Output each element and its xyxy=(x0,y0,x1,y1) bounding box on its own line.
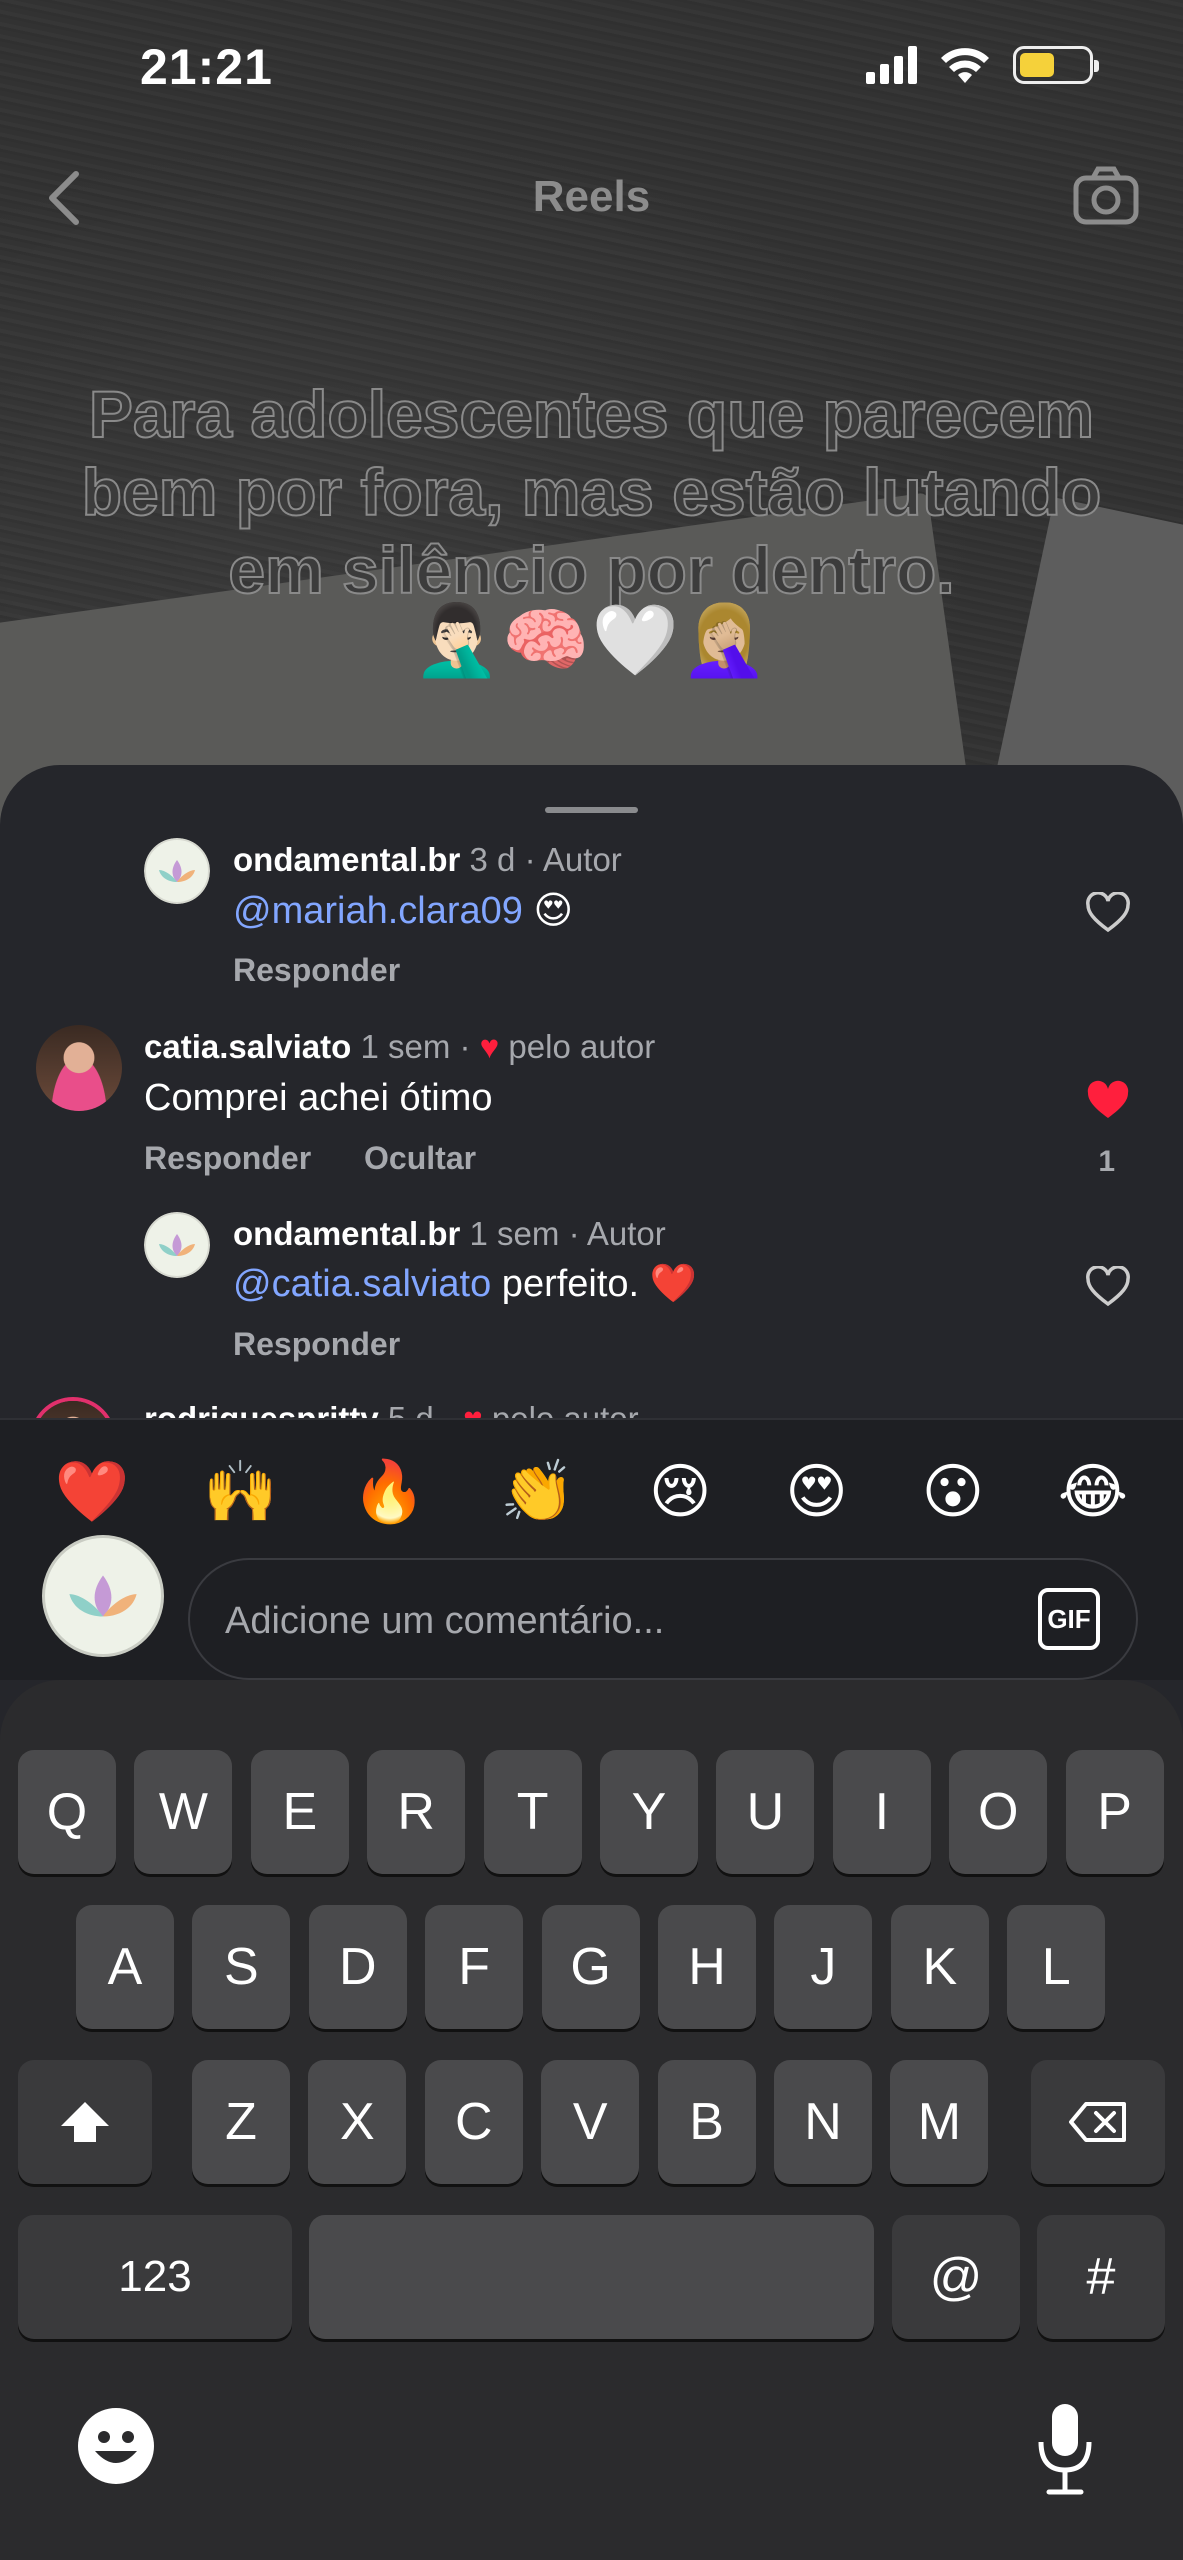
comment-text: Comprei achei ótimo xyxy=(144,1077,493,1119)
emoji-keyboard-icon[interactable] xyxy=(75,2405,157,2487)
key-l[interactable]: L xyxy=(1007,1905,1106,2029)
comment-meta: 3 d · Autor xyxy=(469,841,622,878)
key-v[interactable]: V xyxy=(541,2060,640,2184)
hash-key[interactable]: # xyxy=(1037,2215,1165,2339)
reaction-heart[interactable]: ❤️ xyxy=(55,1456,130,1527)
avatar[interactable] xyxy=(36,1025,122,1111)
space-key[interactable] xyxy=(309,2215,874,2339)
key-d[interactable]: D xyxy=(308,1905,407,2029)
key-m[interactable]: M xyxy=(890,2060,989,2184)
key-y[interactable]: Y xyxy=(600,1750,698,1874)
key-a[interactable]: A xyxy=(76,1905,174,2029)
reaction-surprised[interactable]: 😮 xyxy=(922,1457,985,1527)
mention-link[interactable]: @catia.salviato xyxy=(233,1263,491,1305)
avatar[interactable] xyxy=(144,1212,210,1278)
backspace-icon xyxy=(1069,2102,1126,2142)
reply-button[interactable]: Responder xyxy=(233,1326,400,1362)
key-r[interactable]: R xyxy=(367,1750,466,1874)
key-i[interactable]: I xyxy=(832,1750,931,1874)
key-q[interactable]: Q xyxy=(18,1750,116,1874)
shift-arrow-icon xyxy=(61,2102,109,2142)
comment-text: 😍 xyxy=(522,890,574,932)
key-o[interactable]: O xyxy=(949,1750,1048,1874)
backspace-key[interactable] xyxy=(1031,2060,1165,2184)
camera-icon[interactable] xyxy=(1071,160,1141,230)
numbers-key[interactable]: 123 xyxy=(18,2215,292,2339)
key-s[interactable]: S xyxy=(192,1905,291,2029)
lotus-logo-icon xyxy=(159,1234,195,1256)
key-p[interactable]: P xyxy=(1065,1750,1164,1874)
key-n[interactable]: N xyxy=(774,2060,872,2184)
page-title: Reels xyxy=(532,172,651,221)
key-c[interactable]: C xyxy=(424,2060,523,2184)
at-key[interactable]: @ xyxy=(892,2215,1020,2339)
key-b[interactable]: B xyxy=(657,2060,756,2184)
like-heart-icon[interactable] xyxy=(1085,1266,1131,1308)
key-h[interactable]: H xyxy=(658,1905,756,2029)
key-x[interactable]: X xyxy=(308,2060,407,2184)
reaction-raised-hands[interactable]: 🙌 xyxy=(203,1456,278,1527)
cellular-signal-icon xyxy=(866,46,917,84)
reaction-laughing[interactable]: 😂 xyxy=(1058,1457,1128,1527)
sheet-grabber[interactable] xyxy=(545,807,638,813)
avatar[interactable] xyxy=(144,838,210,904)
status-icons xyxy=(866,45,1099,85)
key-t[interactable]: T xyxy=(483,1750,582,1874)
reel-caption-emojis: 🤦🏻‍♂️🧠🤍🤦🏼‍♀️ xyxy=(413,601,770,679)
author-liked-heart-icon: ♥ xyxy=(479,1028,500,1065)
comment-meta: 1 sem · Autor xyxy=(469,1215,666,1252)
comment-meta: 1 sem · xyxy=(360,1028,471,1065)
comment-username[interactable]: ondamental.br xyxy=(233,1215,460,1252)
key-g[interactable]: G xyxy=(541,1905,640,2029)
reaction-clap[interactable]: 👏 xyxy=(500,1456,575,1527)
battery-icon xyxy=(1013,46,1099,84)
liked-by-author-label: pelo autor xyxy=(508,1028,656,1065)
like-heart-icon[interactable] xyxy=(1085,892,1131,934)
avatar xyxy=(42,1535,164,1657)
reaction-heart-eyes[interactable]: 😍 xyxy=(785,1457,848,1527)
hide-button[interactable]: Ocultar xyxy=(364,1140,476,1176)
reel-caption: Para adolescentes que parecem bem por fo… xyxy=(81,376,1103,608)
status-time: 21:21 xyxy=(140,39,273,95)
key-j[interactable]: J xyxy=(774,1905,873,2029)
shift-key[interactable] xyxy=(18,2060,152,2184)
reaction-fire[interactable]: 🔥 xyxy=(352,1456,427,1527)
key-z[interactable]: Z xyxy=(192,2060,290,2184)
reply-button[interactable]: Responder xyxy=(144,1140,311,1176)
liked-heart-icon[interactable] xyxy=(1085,1080,1131,1122)
reply-button[interactable]: Responder xyxy=(233,952,400,988)
key-k[interactable]: K xyxy=(890,1905,989,2029)
microphone-icon[interactable] xyxy=(1035,2400,1095,2500)
comment-username[interactable]: ondamental.br xyxy=(233,841,460,878)
keyboard: QWERTYUIOP ASDFGHJKL ZXCVBNM xyxy=(0,1680,1183,2560)
key-w[interactable]: W xyxy=(134,1750,233,1874)
comment-text: perfeito. ❤️ xyxy=(491,1263,697,1305)
lotus-logo-icon xyxy=(159,860,195,882)
comment-username[interactable]: catia.salviato xyxy=(144,1028,351,1065)
wifi-icon xyxy=(941,48,989,83)
gif-button[interactable]: GIF xyxy=(1038,1588,1100,1650)
key-f[interactable]: F xyxy=(425,1905,524,2029)
comment-input-placeholder[interactable]: Adicione um comentário... xyxy=(225,1600,664,1643)
lotus-logo-icon xyxy=(69,1575,137,1617)
reaction-crying[interactable]: 😢 xyxy=(649,1457,712,1527)
key-u[interactable]: U xyxy=(716,1750,815,1874)
mention-link[interactable]: @mariah.clara09 xyxy=(233,890,523,932)
key-e[interactable]: E xyxy=(250,1750,349,1874)
like-count: 1 xyxy=(1098,1145,1115,1178)
